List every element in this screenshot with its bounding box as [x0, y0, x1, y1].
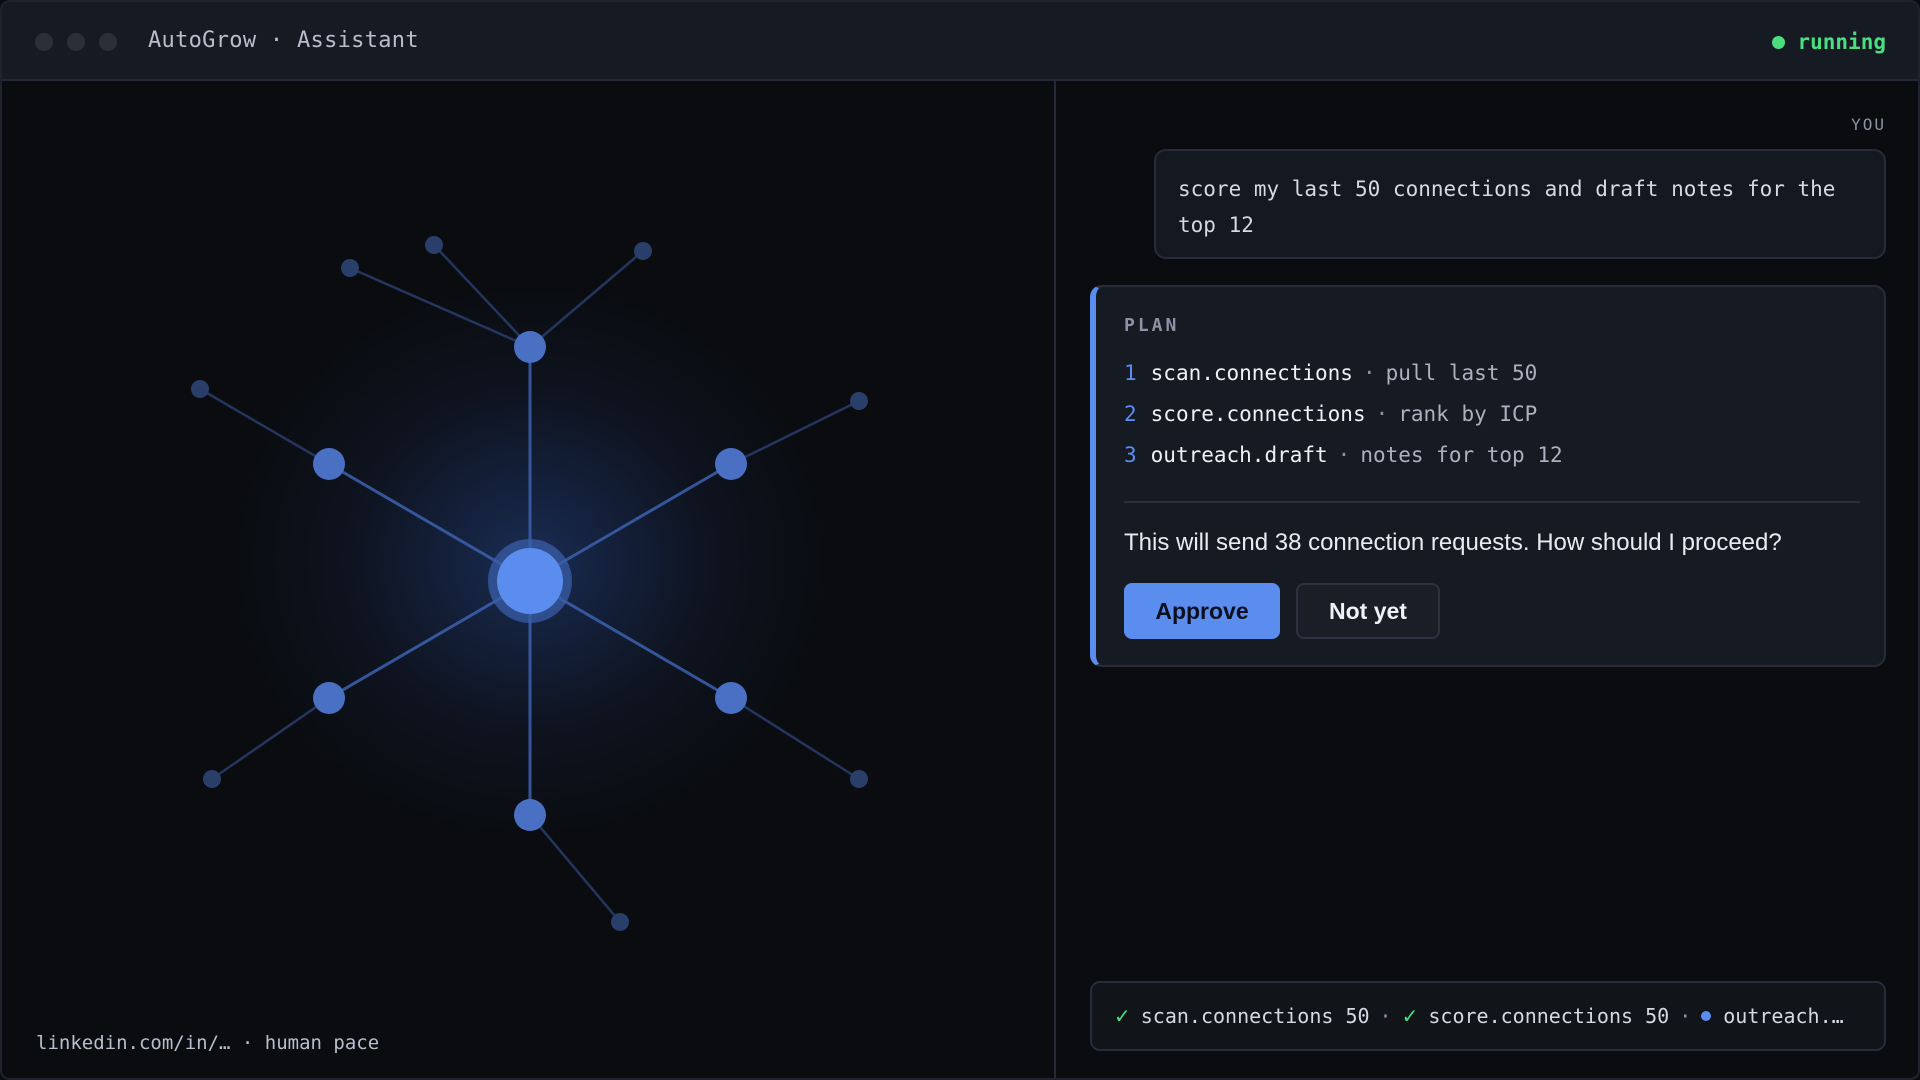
edge-bottom-leaf [529, 814, 621, 923]
approve-button[interactable]: Approve [1124, 583, 1280, 639]
user-message-bubble: score my last 50 connections and draft n… [1154, 149, 1886, 259]
plan-divider [1124, 501, 1860, 503]
edge-upper-right-leaf [730, 399, 860, 466]
step-separator: · [1375, 402, 1389, 426]
chat-pane: YOU score my last 50 connections and dra… [1058, 81, 1918, 1078]
leaf-node [203, 770, 221, 788]
mid-node [715, 682, 747, 714]
step-separator: · [1362, 361, 1376, 385]
leaf-node [634, 242, 652, 260]
step-number: 3 [1124, 443, 1137, 467]
mid-node [514, 799, 546, 831]
plan-step: 3 outreach.draft · notes for top 12 [1124, 443, 1563, 467]
network-visualization-pane: linkedin.com/in/… · human pace [2, 81, 1056, 1078]
window-maximize-dot[interactable] [99, 33, 117, 51]
progress-item: scan.connections 50 [1140, 1004, 1370, 1028]
title-bar: AutoGrow · Assistant running [2, 2, 1918, 81]
step-description: pull last 50 [1385, 361, 1538, 385]
check-icon: ✓ [1114, 1004, 1131, 1028]
plan-step: 1 scan.connections · pull last 50 [1124, 361, 1537, 385]
mid-node [715, 448, 747, 480]
hub-node [497, 548, 563, 614]
profile-footer-note: linkedin.com/in/… · human pace [36, 1032, 380, 1054]
network-graph [191, 236, 868, 931]
step-description: rank by ICP [1398, 402, 1538, 426]
progress-separator: · [1379, 1004, 1392, 1028]
step-command: outreach.draft [1150, 443, 1328, 467]
leaf-node [341, 259, 359, 277]
confirmation-question: This will send 38 connection requests. H… [1124, 529, 1782, 556]
leaf-node [425, 236, 443, 254]
leaf-node [191, 380, 209, 398]
leaf-node [850, 392, 868, 410]
edge-lower-left-leaf [211, 696, 330, 781]
plan-card: PLAN 1 scan.connections · pull last 50 2 sco… [1090, 285, 1886, 667]
step-number: 2 [1124, 402, 1137, 426]
mid-node [313, 448, 345, 480]
plan-step: 2 score.connections · rank by ICP [1124, 402, 1537, 426]
window-minimize-dot[interactable] [67, 33, 85, 51]
status-dot-icon [1772, 35, 1786, 49]
step-command: score.connections [1150, 402, 1366, 426]
you-label: YOU [1851, 115, 1886, 134]
progress-item: outreach.… [1723, 1004, 1844, 1028]
task-progress-bar: ✓ scan.connections 50 · ✓ score.connecti… [1090, 981, 1886, 1051]
step-command: scan.connections [1150, 361, 1353, 385]
pending-dot-icon [1701, 1011, 1712, 1021]
progress-separator: · [1679, 1004, 1692, 1028]
plan-label: PLAN [1124, 315, 1180, 336]
mid-node [514, 331, 546, 363]
app-title: AutoGrow · Assistant [148, 28, 419, 53]
edge-top-leaf-2 [433, 244, 531, 348]
leaf-node [850, 770, 868, 788]
not-yet-button[interactable]: Not yet [1296, 583, 1440, 639]
mid-node [313, 682, 345, 714]
status-text: running [1797, 30, 1886, 54]
step-description: notes for top 12 [1360, 443, 1563, 467]
leaf-node [611, 913, 629, 931]
step-number: 1 [1124, 361, 1137, 385]
progress-item: score.connections 50 [1428, 1004, 1670, 1028]
status-indicator: running [1772, 30, 1886, 54]
edge-top-leaf-1 [349, 266, 531, 349]
window-close-dot[interactable] [35, 33, 53, 51]
app-window: AutoGrow · Assistant running linkedin.co… [0, 0, 1920, 1080]
edge-upper-left-leaf [199, 387, 330, 466]
check-icon: ✓ [1401, 1004, 1419, 1028]
step-separator: · [1337, 443, 1351, 467]
edge-lower-right-leaf [730, 696, 860, 781]
edge-top-leaf-3 [529, 250, 644, 348]
